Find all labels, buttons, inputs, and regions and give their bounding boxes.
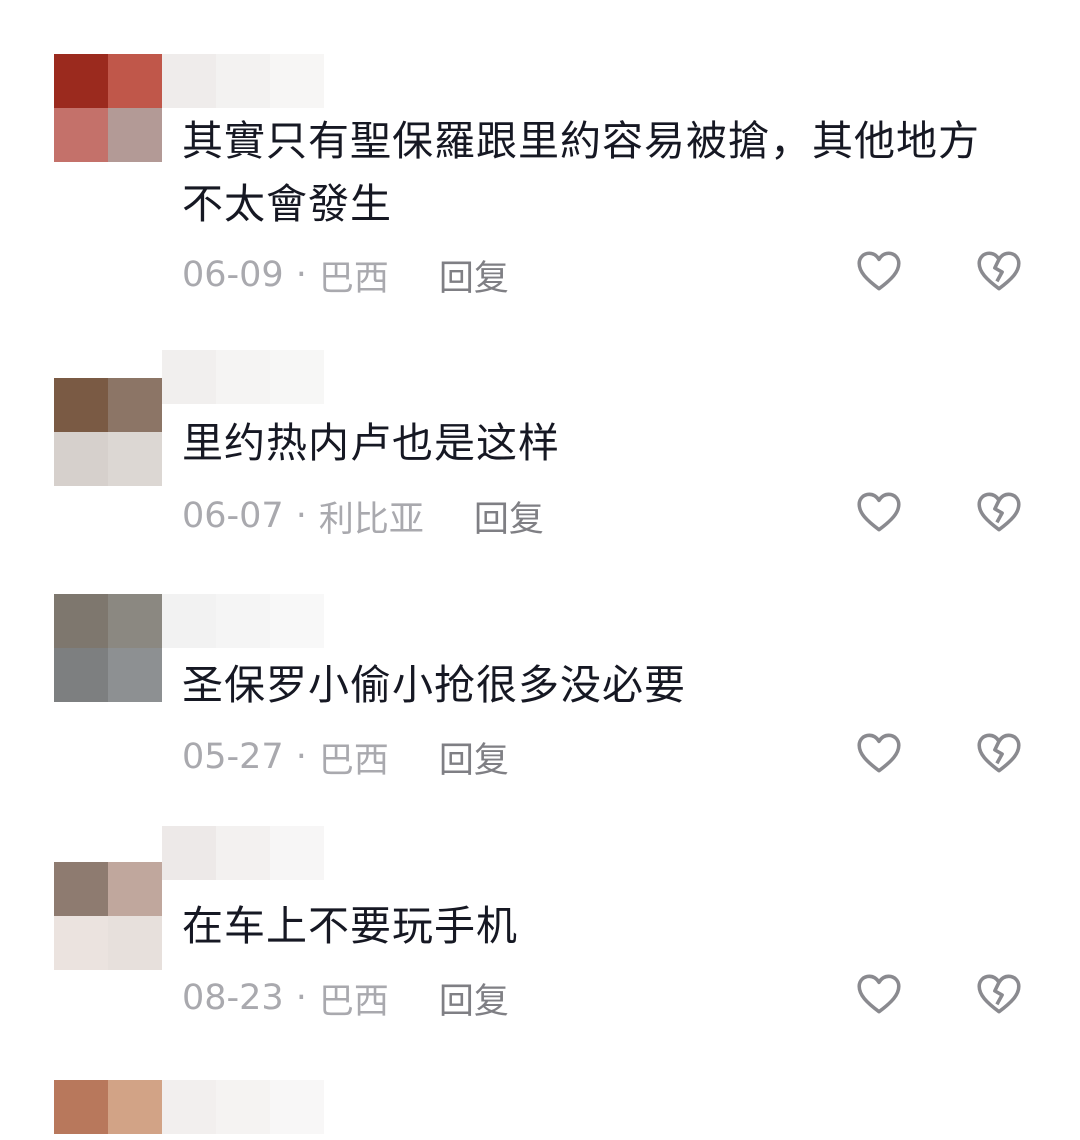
comment-text: 圣保罗小偷小抢很多没必要 — [182, 661, 686, 709]
separator-dot: · — [295, 737, 307, 777]
comment-meta: 05-27 · 巴西 回复 — [182, 732, 509, 782]
username-blurred[interactable] — [162, 54, 324, 108]
avatar-pixel — [108, 432, 162, 486]
heart-icon — [854, 487, 904, 541]
reply-button[interactable]: 回复 — [474, 491, 544, 542]
comment-text: 在车上不要玩手机 — [182, 902, 518, 950]
avatar[interactable] — [54, 378, 162, 486]
blur-block — [162, 826, 216, 880]
avatar-pixel — [108, 378, 162, 432]
comment-text: 其實只有聖保羅跟里約容易被搶，其他地方不太會發生 — [182, 117, 980, 228]
comment-date: 06-07 — [182, 496, 284, 536]
separator-dot: · — [295, 255, 307, 295]
avatar-pixel — [54, 916, 108, 970]
broken-heart-icon — [974, 728, 1024, 782]
comment-text: 里约热内卢也是这样 — [182, 419, 560, 467]
avatar[interactable] — [54, 54, 162, 162]
blur-block — [216, 594, 270, 648]
avatar-pixel — [54, 432, 108, 486]
broken-heart-icon — [974, 246, 1024, 300]
username-blurred[interactable] — [162, 350, 324, 404]
comment-location: 巴西 — [318, 258, 389, 299]
heart-icon — [854, 969, 904, 1023]
avatar[interactable] — [54, 1080, 162, 1140]
blur-block — [270, 350, 324, 404]
blur-block — [270, 54, 324, 108]
blur-block — [162, 350, 216, 404]
avatar-pixel — [54, 594, 108, 648]
comment-date: 08-23 — [182, 978, 284, 1018]
dislike-button[interactable] — [972, 246, 1026, 300]
blur-block — [270, 1080, 324, 1134]
blur-block — [216, 1080, 270, 1134]
like-button[interactable] — [852, 487, 906, 541]
comment-location: 利比亚 — [318, 499, 424, 540]
avatar-pixel — [108, 54, 162, 108]
avatar-pixel — [54, 862, 108, 916]
username-blurred[interactable] — [162, 594, 324, 648]
username-blurred[interactable] — [162, 1080, 324, 1134]
dislike-button[interactable] — [972, 969, 1026, 1023]
avatar-pixel — [108, 594, 162, 648]
avatar-pixel — [54, 1080, 108, 1134]
avatar-pixel — [108, 648, 162, 702]
blur-block — [162, 594, 216, 648]
dislike-button[interactable] — [972, 728, 1026, 782]
heart-icon — [854, 246, 904, 300]
like-button[interactable] — [852, 969, 906, 1023]
dislike-button[interactable] — [972, 487, 1026, 541]
comment-date: 06-09 — [182, 255, 284, 295]
separator-dot: · — [295, 496, 307, 536]
comment-date: 05-27 — [182, 737, 284, 777]
blur-block — [216, 54, 270, 108]
avatar[interactable] — [54, 594, 162, 702]
blur-block — [270, 826, 324, 880]
comment-meta: 06-07 · 利比亚 回复 — [182, 491, 544, 541]
blur-block — [216, 350, 270, 404]
broken-heart-icon — [974, 487, 1024, 541]
avatar-pixel — [54, 648, 108, 702]
blur-block — [162, 54, 216, 108]
like-button[interactable] — [852, 246, 906, 300]
avatar-pixel — [108, 108, 162, 162]
avatar-pixel — [54, 108, 108, 162]
comment-location: 巴西 — [318, 740, 389, 781]
avatar-pixel — [108, 1080, 162, 1134]
blur-block — [216, 826, 270, 880]
comment-location: 巴西 — [318, 981, 389, 1022]
reply-button[interactable]: 回复 — [439, 732, 509, 783]
avatar-pixel — [108, 862, 162, 916]
broken-heart-icon — [974, 969, 1024, 1023]
like-button[interactable] — [852, 728, 906, 782]
blur-block — [270, 594, 324, 648]
avatar-pixel — [108, 916, 162, 970]
reply-button[interactable]: 回复 — [439, 973, 509, 1024]
comment-meta: 06-09 · 巴西 回复 — [182, 250, 509, 300]
heart-icon — [854, 728, 904, 782]
avatar[interactable] — [54, 862, 162, 970]
separator-dot: · — [295, 978, 307, 1018]
username-blurred[interactable] — [162, 826, 324, 880]
avatar-pixel — [54, 378, 108, 432]
comment-meta: 08-23 · 巴西 回复 — [182, 973, 509, 1023]
avatar-pixel — [54, 54, 108, 108]
blur-block — [162, 1080, 216, 1134]
reply-button[interactable]: 回复 — [439, 250, 509, 301]
